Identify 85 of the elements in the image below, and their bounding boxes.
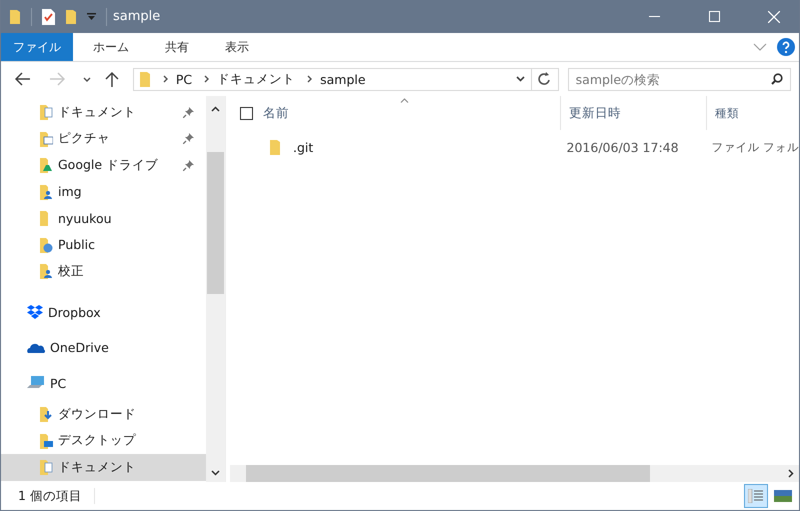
- nav-item-label: 校正: [58, 262, 84, 280]
- scroll-up-icon[interactable]: [211, 106, 220, 112]
- search-icon[interactable]: [770, 72, 783, 84]
- folder-icon: [140, 72, 151, 86]
- nav-item-label: img: [58, 184, 82, 200]
- nav-item[interactable]: ピクチャ: [1, 126, 206, 152]
- folder-icon[interactable]: [9, 8, 21, 24]
- nav-item-label: Public: [58, 237, 95, 252]
- window-title: sample: [113, 9, 160, 24]
- nav-item[interactable]: Public: [1, 232, 206, 258]
- breadcrumb[interactable]: PC: [176, 72, 192, 86]
- nav-item[interactable]: nyuukou: [1, 205, 206, 232]
- file-name[interactable]: .git: [293, 140, 314, 154]
- nav-item-label: PC: [50, 376, 66, 391]
- folder-icon: [40, 157, 53, 174]
- chevron-right-icon[interactable]: [162, 75, 168, 83]
- nav-item-label: Google ドライブ: [58, 156, 158, 174]
- details-view-button[interactable]: [744, 484, 768, 508]
- modified-date: 2016/06/03 17:48: [566, 140, 679, 154]
- nav-item-label: ダウンロード: [58, 406, 136, 423]
- file-type: ファイル フォル: [711, 140, 799, 154]
- nav-item-label: デスクトップ: [58, 432, 136, 450]
- chevron-right-icon[interactable]: [307, 75, 312, 83]
- sort-caret-icon[interactable]: [400, 98, 409, 103]
- nav-item-label: nyuukou: [58, 210, 112, 226]
- vertical-scrollbar[interactable]: [206, 96, 225, 482]
- up-arrow-icon[interactable]: [104, 71, 119, 87]
- nav-item[interactable]: Dropbox: [1, 294, 206, 330]
- folder-icon[interactable]: [65, 8, 77, 24]
- breadcrumb[interactable]: ドキュメント: [217, 70, 296, 88]
- chevron-right-icon[interactable]: [204, 75, 210, 83]
- item-count: 1 個の項目: [18, 488, 82, 504]
- back-arrow-icon[interactable]: [15, 72, 31, 86]
- nav-item[interactable]: PC: [1, 366, 206, 401]
- details-view-icon: [748, 489, 764, 503]
- horizontal-scrollbar[interactable]: [230, 465, 799, 482]
- breadcrumb[interactable]: sample: [320, 72, 366, 86]
- folder-icon: [270, 140, 282, 154]
- folder-icon: [40, 236, 53, 253]
- chevron-down-icon[interactable]: [82, 76, 91, 82]
- column-header[interactable]: 名前: [263, 104, 289, 122]
- nav-item[interactable]: ドキュメント: [1, 454, 206, 480]
- box-icon: [27, 304, 43, 320]
- nav-item[interactable]: デスクトップ: [1, 428, 206, 454]
- nav-item[interactable]: Google ドライブ: [1, 152, 206, 178]
- folder-icon: [40, 184, 53, 200]
- ribbon-tab[interactable]: ファイル: [1, 33, 73, 61]
- chevron-down-icon[interactable]: [516, 76, 525, 82]
- computer-icon: [27, 376, 45, 390]
- help-icon[interactable]: [777, 38, 795, 56]
- nav-item-label: ドキュメント: [58, 458, 136, 476]
- minimize-icon: [648, 16, 660, 17]
- refresh-icon: [538, 72, 552, 86]
- scroll-right-icon[interactable]: [788, 469, 794, 478]
- cloud-icon: [27, 342, 45, 354]
- search-field[interactable]: sampleの検索: [568, 68, 791, 90]
- select-all-checkbox[interactable]: [240, 106, 253, 120]
- checkmark-document-icon[interactable]: [42, 8, 55, 24]
- nav-item[interactable]: ドキュメント: [1, 99, 206, 126]
- nav-item[interactable]: ダウンロード: [1, 401, 206, 428]
- refresh-button[interactable]: [532, 68, 559, 90]
- address-bar[interactable]: PC ドキュメント sample: [132, 68, 532, 90]
- pin-icon[interactable]: [183, 106, 194, 118]
- folder-icon: [40, 432, 53, 449]
- pin-icon[interactable]: [183, 160, 194, 171]
- scroll-down-icon[interactable]: [211, 470, 220, 476]
- folder-icon: [40, 459, 53, 476]
- folder-icon: [40, 104, 53, 120]
- folder-icon: [40, 263, 53, 280]
- nav-item[interactable]: OneDrive: [1, 330, 206, 366]
- pin-icon[interactable]: [183, 133, 194, 144]
- maximize-icon: [708, 11, 720, 22]
- column-header[interactable]: 更新日時: [569, 104, 621, 122]
- nav-item-label: OneDrive: [50, 340, 109, 356]
- nav-item[interactable]: 校正: [1, 258, 206, 284]
- nav-item-label: ドキュメント: [58, 104, 136, 121]
- folder-icon: [40, 130, 53, 147]
- nav-item-label: Dropbox: [48, 304, 101, 320]
- nav-item[interactable]: img: [1, 178, 206, 205]
- close-icon: [768, 10, 780, 22]
- tiles-view-icon: [774, 490, 792, 502]
- column-header[interactable]: 種類: [715, 106, 739, 120]
- folder-icon: [40, 406, 53, 422]
- dropdown-icon[interactable]: [87, 12, 96, 20]
- nav-item-label: ピクチャ: [58, 130, 110, 148]
